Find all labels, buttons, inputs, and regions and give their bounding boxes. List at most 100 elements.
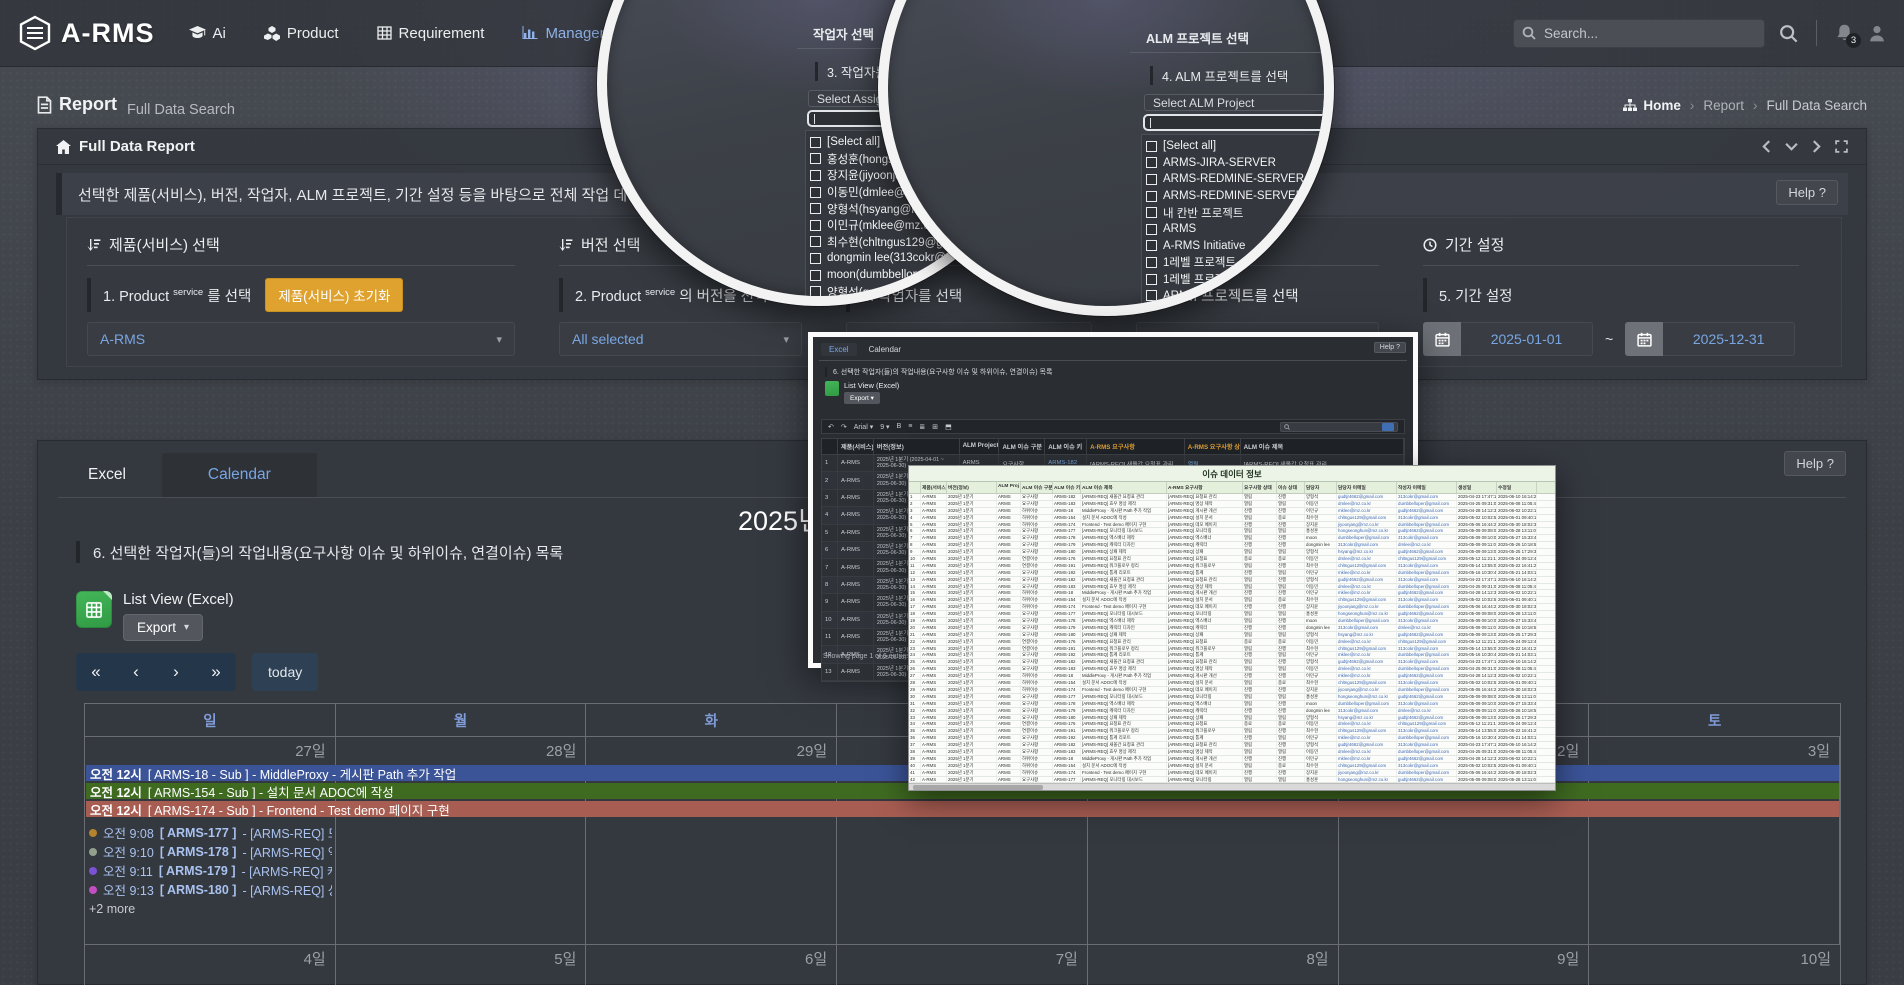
table-row[interactable]: 24A-RMS2025년 1분기ARMS요구사항ARMS-192[ARMS-RE… bbox=[909, 652, 1555, 659]
column-header[interactable]: 작성자 이메일 bbox=[1397, 482, 1457, 493]
checkbox-icon[interactable] bbox=[810, 153, 821, 164]
day-cell[interactable]: 4일 bbox=[85, 945, 336, 985]
bell-icon[interactable]: 3 bbox=[1835, 23, 1854, 43]
table-row[interactable]: 5A-RMS2025년 1분기ARMS하위이슈ARMS-174Frontend … bbox=[909, 522, 1555, 529]
table-row[interactable]: 20A-RMS2025년 1분기ARMS요구사항ARMS-179[ARMS-RE… bbox=[909, 625, 1555, 632]
column-header[interactable]: ALM 이슈 제목 bbox=[1081, 482, 1167, 493]
export-button[interactable]: Export ▾ bbox=[844, 392, 880, 404]
search-input[interactable] bbox=[1513, 19, 1765, 48]
table-row[interactable]: 37A-RMS2025년 1분기ARMS요구사항ARMS-182[ARMS-RE… bbox=[909, 742, 1555, 749]
toolbar-item[interactable]: ⬒ bbox=[945, 423, 952, 431]
table-row[interactable]: 41A-RMS2025년 1분기ARMS하위이슈ARMS-174Frontend… bbox=[909, 770, 1555, 777]
alm-project-select-magnified[interactable]: Select ALM Project bbox=[1144, 94, 1334, 111]
table-row[interactable]: 23A-RMS2025년 1분기ARMS연결이슈ARMS-191[ARMS-RE… bbox=[909, 646, 1555, 653]
day-cell[interactable]: 8일 bbox=[1088, 945, 1339, 985]
toolbar-item[interactable]: ≣ bbox=[919, 423, 925, 431]
version-select[interactable]: All selected▾ bbox=[559, 322, 802, 356]
checkbox-icon[interactable] bbox=[1146, 257, 1157, 268]
checkbox-icon[interactable] bbox=[810, 187, 821, 198]
checkbox-icon[interactable] bbox=[1146, 141, 1157, 152]
checkbox-icon[interactable] bbox=[1146, 274, 1157, 285]
day-cell[interactable]: 6일 bbox=[586, 945, 837, 985]
checkbox-icon[interactable] bbox=[1146, 207, 1157, 218]
checkbox-icon[interactable] bbox=[810, 270, 821, 281]
alm-project-filter-input[interactable] bbox=[1143, 114, 1334, 131]
column-header[interactable]: 담당자 bbox=[1305, 482, 1337, 493]
table-row[interactable]: 8A-RMS2025년 1분기ARMS요구사항ARMS-179[ARMS-REQ… bbox=[909, 542, 1555, 549]
calendar-prev-button[interactable]: ‹ bbox=[116, 653, 156, 691]
table-row[interactable]: 40A-RMS2025년 1분기ARMS하위이슈ARMS-154설치 문서 AD… bbox=[909, 763, 1555, 770]
checkbox-icon[interactable] bbox=[810, 236, 821, 247]
calendar-icon-button[interactable] bbox=[1625, 322, 1663, 356]
table-row[interactable]: 34A-RMS2025년 1분기ARMS연결이슈ARMS-176[ARMS-RE… bbox=[909, 721, 1555, 728]
nav-item-ai[interactable]: Ai bbox=[189, 25, 226, 42]
calendar-icon-button[interactable] bbox=[1423, 322, 1461, 356]
column-header[interactable]: ALM 이슈 키 bbox=[1053, 482, 1081, 493]
table-row[interactable]: 7A-RMS2025년 1분기ARMS요구사항ARMS-178[ARMS-REQ… bbox=[909, 535, 1555, 542]
checkbox-icon[interactable] bbox=[810, 220, 821, 231]
table-row[interactable]: 25A-RMS2025년 1분기ARMS요구사항ARMS-182[ARMS-RE… bbox=[909, 659, 1555, 666]
nav-item-product[interactable]: Product bbox=[264, 25, 339, 42]
alm-project-option[interactable]: ARMS-PHM bbox=[1146, 287, 1334, 304]
alm-project-option[interactable]: [Select all] bbox=[1146, 138, 1334, 155]
breadcrumb-home[interactable]: Home bbox=[1623, 98, 1681, 113]
column-header[interactable]: 버전(정보) bbox=[947, 482, 997, 493]
table-row[interactable]: 39A-RMS2025년 1분기ARMS하위이슈ARMS-18MiddlePro… bbox=[909, 756, 1555, 763]
day-cell[interactable]: 7일 bbox=[837, 945, 1088, 985]
column-header[interactable]: 수정일 bbox=[1497, 482, 1537, 493]
alm-project-option[interactable]: A-RMS Initiative bbox=[1146, 238, 1334, 255]
table-row[interactable]: 15A-RMS2025년 1분기ARMS하위이슈ARMS-18MiddlePro… bbox=[909, 590, 1555, 597]
expand-icon[interactable] bbox=[1835, 140, 1848, 153]
horizontal-scrollbar[interactable] bbox=[909, 783, 1555, 790]
checkbox-icon[interactable] bbox=[810, 253, 821, 264]
checkbox-icon[interactable] bbox=[1146, 240, 1157, 251]
alm-project-option[interactable]: ARMS-REDMINE-SERVER bbox=[1146, 188, 1334, 205]
toolbar-item[interactable]: ↶ bbox=[828, 423, 834, 431]
tab-excel[interactable]: Excel bbox=[58, 453, 156, 497]
column-header[interactable]: 요구사항 상태 bbox=[1243, 482, 1277, 493]
column-header[interactable]: ALM 이슈 구분 bbox=[1021, 482, 1053, 493]
table-row[interactable]: 3A-RMS2025년 1분기ARMS하위이슈ARMS-18MiddleProx… bbox=[909, 508, 1555, 515]
column-header[interactable]: ALM Project bbox=[960, 439, 1000, 455]
checkbox-icon[interactable] bbox=[1146, 290, 1157, 301]
column-header[interactable]: 제품(서비스) bbox=[921, 482, 947, 493]
table-row[interactable]: 36A-RMS2025년 1분기ARMS요구사항ARMS-192[ARMS-RE… bbox=[909, 735, 1555, 742]
table-row[interactable]: 31A-RMS2025년 1분기ARMS요구사항ARMS-178[ARMS-RE… bbox=[909, 701, 1555, 708]
table-row[interactable]: 44A-RMS2025년 1분기ARMS요구사항ARMS-179[ARMS-RE… bbox=[909, 790, 1555, 791]
table-row[interactable]: 38A-RMS2025년 1분기ARMS요구사항ARMS-183[ARMS-RE… bbox=[909, 749, 1555, 756]
table-row[interactable]: 10A-RMS2025년 1분기ARMS연결이슈ARMS-176[ARMS-RE… bbox=[909, 556, 1555, 563]
column-header[interactable]: ALM Proj bbox=[997, 482, 1021, 493]
table-row[interactable]: 12A-RMS2025년 1분기ARMS요구사항ARMS-192[ARMS-RE… bbox=[909, 570, 1555, 577]
more-events-link[interactable]: +2 more bbox=[89, 902, 332, 916]
calendar-event-dot-item[interactable]: 오전 9:10[ ARMS-178 ]- [ARMS-REQ] 엑스버 bbox=[89, 842, 332, 861]
calendar-event-dot-item[interactable]: 오전 9:08[ ARMS-177 ]- [ARMS-REQ] 모니터 bbox=[89, 823, 332, 842]
column-header[interactable]: 생성일 bbox=[1457, 482, 1497, 493]
alm-project-option[interactable]: ARMS-REDMINE-SERVER - ARMS-RE bbox=[1146, 171, 1334, 188]
calendar-event-dot-item[interactable]: 오전 9:11[ ARMS-179 ]- [ARMS-REQ] 캐릭터 bbox=[89, 861, 332, 880]
toolbar-item[interactable]: B bbox=[897, 423, 902, 430]
calendar-next-year-button[interactable]: » bbox=[196, 653, 236, 691]
checkbox-icon[interactable] bbox=[810, 170, 821, 181]
column-header[interactable] bbox=[822, 439, 838, 455]
table-row[interactable]: 16A-RMS2025년 1분기ARMS하위이슈ARMS-154설치 문서 AD… bbox=[909, 597, 1555, 604]
table-row[interactable]: 19A-RMS2025년 1분기ARMS요구사항ARMS-178[ARMS-RE… bbox=[909, 618, 1555, 625]
help-button[interactable]: Help ? bbox=[1374, 342, 1406, 353]
toolbar-item[interactable]: ↷ bbox=[841, 423, 847, 431]
calendar-event-dot-item[interactable]: 오전 9:13[ ARMS-180 ]- [ARMS-REQ] 상패 제 bbox=[89, 880, 332, 899]
table-row[interactable]: 32A-RMS2025년 1분기ARMS요구사항ARMS-179[ARMS-RE… bbox=[909, 708, 1555, 715]
table-row[interactable]: 13A-RMS2025년 1분기ARMS요구사항ARMS-182[ARMS-RE… bbox=[909, 577, 1555, 584]
calendar-event-bar[interactable]: 오전 12시[ ARMS-174 - Sub ] - Frontend - Te… bbox=[86, 801, 1839, 817]
checkbox-icon[interactable] bbox=[810, 137, 821, 148]
today-button[interactable]: today bbox=[252, 653, 318, 691]
person-icon[interactable] bbox=[1868, 24, 1886, 43]
column-header[interactable]: ALM 이슈 구분 bbox=[999, 439, 1045, 455]
chevron-left-icon[interactable] bbox=[1762, 140, 1771, 153]
date-from-input[interactable]: 2025-01-01 bbox=[1461, 322, 1593, 356]
column-header[interactable]: ALM 이슈 제목 bbox=[1241, 439, 1404, 455]
table-row[interactable]: 26A-RMS2025년 1분기ARMS요구사항ARMS-183[ARMS-RE… bbox=[909, 666, 1555, 673]
day-cell[interactable]: 9일 bbox=[1339, 945, 1590, 985]
column-header[interactable]: 담당자 이메일 bbox=[1337, 482, 1397, 493]
table-row[interactable]: 33A-RMS2025년 1분기ARMS요구사항ARMS-180[ARMS-RE… bbox=[909, 715, 1555, 722]
toolbar-item[interactable]: 9 ▾ bbox=[880, 423, 889, 431]
alm-project-option[interactable]: 1레벨 프로젝트 - 2레벨 프로젝트 bbox=[1146, 254, 1334, 271]
